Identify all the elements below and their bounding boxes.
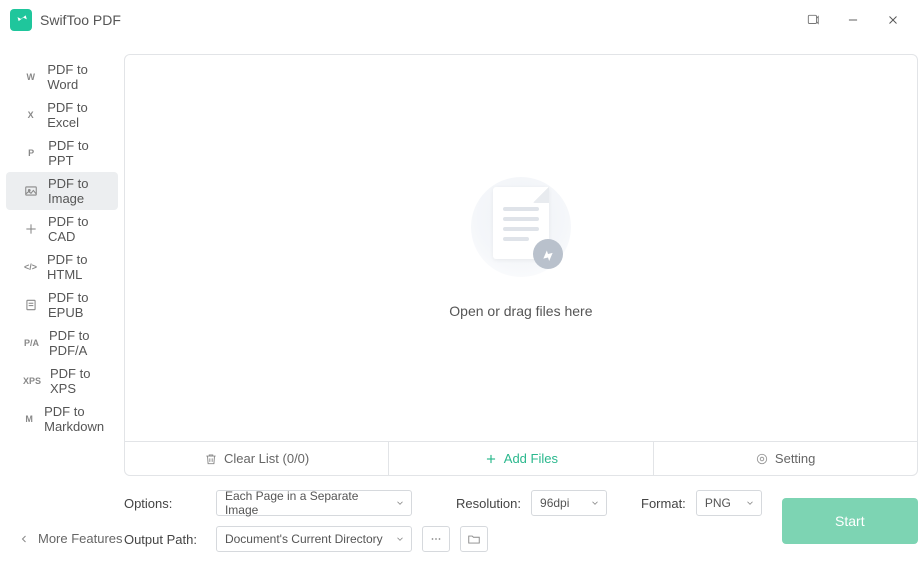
sidebar-item-label: PDF to Image bbox=[48, 176, 110, 206]
output-path-label: Output Path: bbox=[124, 532, 206, 547]
resolution-value: 96dpi bbox=[540, 496, 569, 510]
options-panel: Options: Each Page in a Separate Image R… bbox=[124, 476, 918, 570]
app-title: SwifToo PDF bbox=[40, 12, 121, 28]
options-select[interactable]: Each Page in a Separate Image bbox=[216, 490, 412, 516]
sidebar-item-pdf-to-excel[interactable]: X PDF to Excel bbox=[6, 96, 118, 134]
sidebar-icon bbox=[24, 221, 38, 237]
sidebar-item-pdf-to-markdown[interactable]: M PDF to Markdown bbox=[6, 400, 118, 438]
browse-folder-button[interactable] bbox=[460, 526, 488, 552]
drop-area[interactable]: Open or drag files here Clear List (0/0)… bbox=[124, 54, 918, 476]
title-bar: SwifToo PDF bbox=[0, 0, 923, 40]
sidebar-item-pdf-to-cad[interactable]: PDF to CAD bbox=[6, 210, 118, 248]
chevron-down-icon bbox=[395, 534, 405, 544]
sidebar-item-label: PDF to HTML bbox=[47, 252, 110, 282]
resolution-label: Resolution: bbox=[456, 496, 521, 511]
gear-icon bbox=[755, 452, 769, 466]
chevron-down-icon bbox=[590, 498, 600, 508]
format-value: PNG bbox=[705, 496, 731, 510]
setting-label: Setting bbox=[775, 451, 815, 466]
sidebar-item-label: PDF to PDF/A bbox=[49, 328, 110, 358]
output-path-select[interactable]: Document's Current Directory bbox=[216, 526, 412, 552]
sidebar-item-label: PDF to Markdown bbox=[44, 404, 110, 434]
window-feedback-button[interactable] bbox=[793, 5, 833, 35]
sidebar-item-pdf-to-image[interactable]: PDF to Image bbox=[6, 172, 118, 210]
sidebar-item-label: PDF to Excel bbox=[47, 100, 110, 130]
sidebar-icon: M bbox=[24, 411, 34, 427]
sidebar-icon: P bbox=[24, 145, 38, 161]
add-files-button[interactable]: Add Files bbox=[389, 442, 653, 475]
window-minimize-button[interactable] bbox=[833, 5, 873, 35]
drop-illustration-icon bbox=[471, 177, 571, 277]
sidebar-item-pdf-to-word[interactable]: W PDF to Word bbox=[6, 58, 118, 96]
more-options-button[interactable] bbox=[422, 526, 450, 552]
resolution-select[interactable]: 96dpi bbox=[531, 490, 607, 516]
sidebar-icon: P/A bbox=[24, 335, 39, 351]
sidebar-item-pdf-to-html[interactable]: </> PDF to HTML bbox=[6, 248, 118, 286]
sidebar: W PDF to Word X PDF to Excel P PDF to PPT PDF … bbox=[0, 40, 124, 570]
start-label: Start bbox=[835, 513, 865, 529]
sidebar-icon bbox=[24, 183, 38, 199]
add-files-label: Add Files bbox=[504, 451, 558, 466]
drop-text: Open or drag files here bbox=[449, 303, 592, 319]
sidebar-item-label: PDF to XPS bbox=[50, 366, 110, 396]
plus-icon bbox=[484, 452, 498, 466]
sidebar-item-pdf-to-xps[interactable]: XPS PDF to XPS bbox=[6, 362, 118, 400]
chevron-down-icon bbox=[395, 498, 405, 508]
sidebar-icon bbox=[24, 297, 38, 313]
options-label: Options: bbox=[124, 496, 206, 511]
trash-icon bbox=[204, 452, 218, 466]
drop-toolbar: Clear List (0/0) Add Files Setting bbox=[125, 441, 917, 475]
sidebar-item-label: PDF to PPT bbox=[48, 138, 110, 168]
more-features-button[interactable]: More Features bbox=[18, 531, 124, 546]
format-select[interactable]: PNG bbox=[696, 490, 762, 516]
sidebar-icon: X bbox=[24, 107, 37, 123]
clear-list-label: Clear List (0/0) bbox=[224, 451, 309, 466]
sidebar-item-pdf-to-pdf-a[interactable]: P/A PDF to PDF/A bbox=[6, 324, 118, 362]
format-label: Format: bbox=[641, 496, 686, 511]
options-value: Each Page in a Separate Image bbox=[225, 489, 389, 517]
chevron-down-icon bbox=[745, 498, 755, 508]
more-features-label: More Features bbox=[38, 531, 123, 546]
sidebar-item-pdf-to-ppt[interactable]: P PDF to PPT bbox=[6, 134, 118, 172]
sidebar-icon: </> bbox=[24, 259, 37, 275]
setting-button[interactable]: Setting bbox=[654, 442, 917, 475]
sidebar-icon: W bbox=[24, 69, 37, 85]
folder-icon bbox=[467, 532, 481, 546]
clear-list-button[interactable]: Clear List (0/0) bbox=[125, 442, 389, 475]
app-logo-icon bbox=[10, 9, 32, 31]
sidebar-item-label: PDF to Word bbox=[47, 62, 110, 92]
start-button[interactable]: Start bbox=[782, 498, 918, 544]
ellipsis-icon bbox=[429, 532, 443, 546]
sidebar-item-label: PDF to EPUB bbox=[48, 290, 110, 320]
sidebar-item-label: PDF to CAD bbox=[48, 214, 110, 244]
sidebar-icon: XPS bbox=[24, 373, 40, 389]
sidebar-item-pdf-to-epub[interactable]: PDF to EPUB bbox=[6, 286, 118, 324]
output-path-value: Document's Current Directory bbox=[225, 532, 383, 546]
window-close-button[interactable] bbox=[873, 5, 913, 35]
